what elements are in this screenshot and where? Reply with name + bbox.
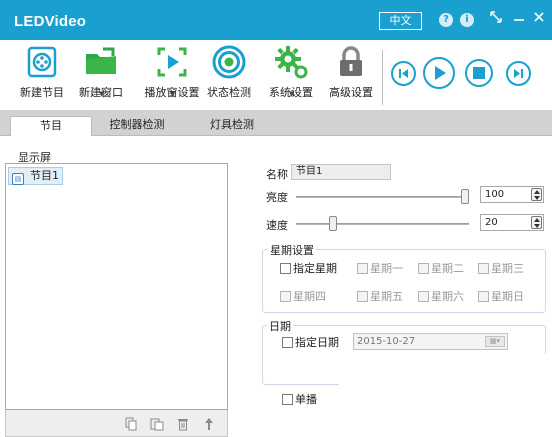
single-play-checkbox[interactable]: 单播 xyxy=(282,393,317,407)
lock-icon xyxy=(340,46,362,76)
app-title: LEDVideo xyxy=(14,13,87,30)
spin-arrows-icon[interactable] xyxy=(531,188,542,201)
tree-actions-bar xyxy=(5,410,228,437)
play-icon xyxy=(435,66,446,80)
paste-icon[interactable] xyxy=(150,417,164,434)
language-button[interactable]: 中文 xyxy=(379,12,422,30)
previous-button[interactable] xyxy=(391,61,416,86)
thursday-checkbox[interactable]: 星期四 xyxy=(280,290,326,304)
week-settings-title: 星期设置 xyxy=(268,242,316,258)
tab-lamp-check[interactable]: 灯具检测 xyxy=(196,116,268,136)
specify-week-checkbox[interactable]: 指定星期 xyxy=(280,262,337,276)
tab-bar: 节目 控制器检测 灯具检测 xyxy=(0,110,552,136)
folder-icon xyxy=(86,47,116,74)
status-check-button[interactable]: 状态检测 xyxy=(199,44,259,100)
system-settings-button[interactable]: 系统设置 ▼ xyxy=(261,44,321,100)
play-button[interactable] xyxy=(423,57,455,89)
brightness-label: 亮度 xyxy=(266,191,288,204)
calendar-dropdown-icon[interactable]: ▦▾ xyxy=(485,336,505,347)
spin-arrows-icon[interactable] xyxy=(531,216,542,229)
move-up-icon[interactable] xyxy=(203,417,215,434)
minimize-icon[interactable] xyxy=(513,10,525,29)
program-name-field[interactable]: 节目1 xyxy=(291,164,391,180)
previous-icon xyxy=(399,69,408,78)
new-window-button[interactable]: 新建窗口 ▼ xyxy=(71,44,131,100)
stop-button[interactable] xyxy=(465,59,493,87)
saturday-checkbox[interactable]: 星期六 xyxy=(418,290,464,304)
film-reel-icon xyxy=(27,46,57,78)
shrink-icon[interactable] xyxy=(489,10,503,29)
program-tree xyxy=(5,163,228,410)
wednesday-checkbox[interactable]: 星期三 xyxy=(478,262,524,276)
toolbar: 新建节目 新建窗口 ▼ 播放窗设置 ▼ 状态检测 系统设置 ▼ 高级设置 xyxy=(0,40,552,110)
program-icon: ▤ xyxy=(12,173,24,185)
gear-icon xyxy=(275,46,308,79)
frame-play-icon xyxy=(157,47,187,77)
date-group-title: 日期 xyxy=(267,318,293,334)
speed-slider-track xyxy=(296,223,469,225)
chevron-down-icon: ▼ xyxy=(289,90,295,98)
new-program-button[interactable]: 新建节目 xyxy=(12,44,72,100)
friday-checkbox[interactable]: 星期五 xyxy=(357,290,403,304)
play-window-settings-button[interactable]: 播放窗设置 ▼ xyxy=(142,44,202,100)
speed-slider-thumb[interactable] xyxy=(329,216,337,231)
chevron-down-icon: ▼ xyxy=(170,90,176,98)
close-icon[interactable] xyxy=(533,10,545,29)
target-icon xyxy=(212,45,246,79)
tab-program[interactable]: 节目 xyxy=(10,116,92,136)
info-icon[interactable]: i xyxy=(460,13,474,27)
tuesday-checkbox[interactable]: 星期二 xyxy=(418,262,464,276)
stop-icon xyxy=(473,67,485,79)
title-bar: LEDVideo 中文 ? i xyxy=(0,0,552,40)
brightness-slider-thumb[interactable] xyxy=(461,189,469,204)
advanced-settings-button[interactable]: 高级设置 xyxy=(321,44,381,100)
name-label: 名称 xyxy=(266,168,288,181)
delete-icon[interactable] xyxy=(177,417,189,434)
blank-area xyxy=(339,354,552,437)
brightness-slider-track xyxy=(296,196,469,198)
help-icon[interactable]: ? xyxy=(439,13,453,27)
sunday-checkbox[interactable]: 星期日 xyxy=(478,290,524,304)
chevron-down-icon: ▼ xyxy=(99,90,105,98)
brightness-spinbox[interactable]: 100 xyxy=(480,186,544,203)
speed-spinbox[interactable]: 20 xyxy=(480,214,544,231)
next-button[interactable] xyxy=(506,61,531,86)
copy-icon[interactable] xyxy=(125,417,137,434)
program-tree-item[interactable]: ▤ 节目1 xyxy=(8,167,63,185)
speed-label: 速度 xyxy=(266,219,288,232)
tab-controller-check[interactable]: 控制器检测 xyxy=(98,116,176,136)
specify-date-checkbox[interactable]: 指定日期 xyxy=(282,336,339,350)
next-icon xyxy=(514,69,523,78)
toolbar-divider xyxy=(382,50,383,105)
date-picker[interactable]: 2015-10-27 ▦▾ xyxy=(353,333,508,350)
monday-checkbox[interactable]: 星期一 xyxy=(357,262,403,276)
